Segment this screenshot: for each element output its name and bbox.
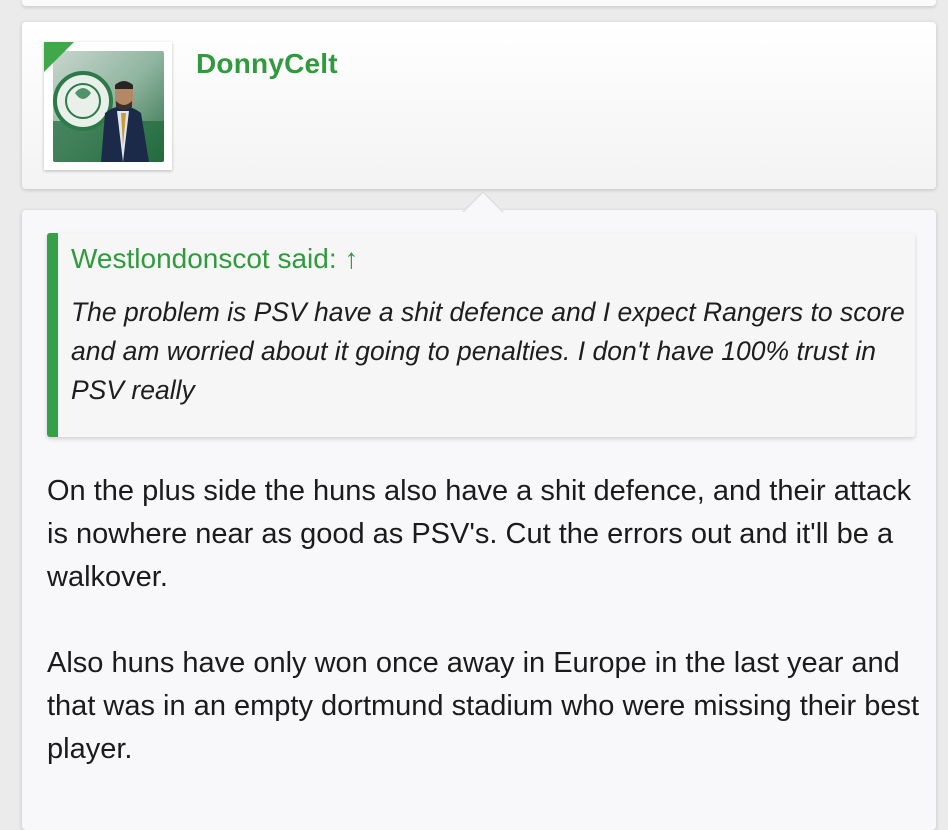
message-body: On the plus side the huns also have a sh…	[47, 470, 925, 814]
username-link[interactable]: DonnyCelt	[196, 48, 338, 80]
message-user-card: DonnyCelt	[22, 22, 936, 189]
avatar-frame[interactable]	[44, 42, 172, 170]
quote-jump-arrow-icon[interactable]: ↑	[344, 243, 358, 274]
message-content-card: Westlondonscot said: ↑ The problem is PS…	[22, 210, 936, 830]
online-indicator-ribbon	[44, 42, 74, 72]
message-paragraph: Also huns have only won once away in Eur…	[47, 647, 920, 765]
previous-post-card-edge	[22, 0, 936, 6]
message-paragraph: On the plus side the huns also have a sh…	[47, 475, 912, 593]
quote-author-label[interactable]: Westlondonscot said:	[71, 243, 337, 274]
quote-block: Westlondonscot said: ↑ The problem is PS…	[47, 233, 915, 437]
speech-pointer	[464, 193, 502, 212]
quote-text: The problem is PSV have a shit defence a…	[71, 297, 905, 405]
quote-attribution[interactable]: Westlondonscot said: ↑	[71, 243, 358, 275]
